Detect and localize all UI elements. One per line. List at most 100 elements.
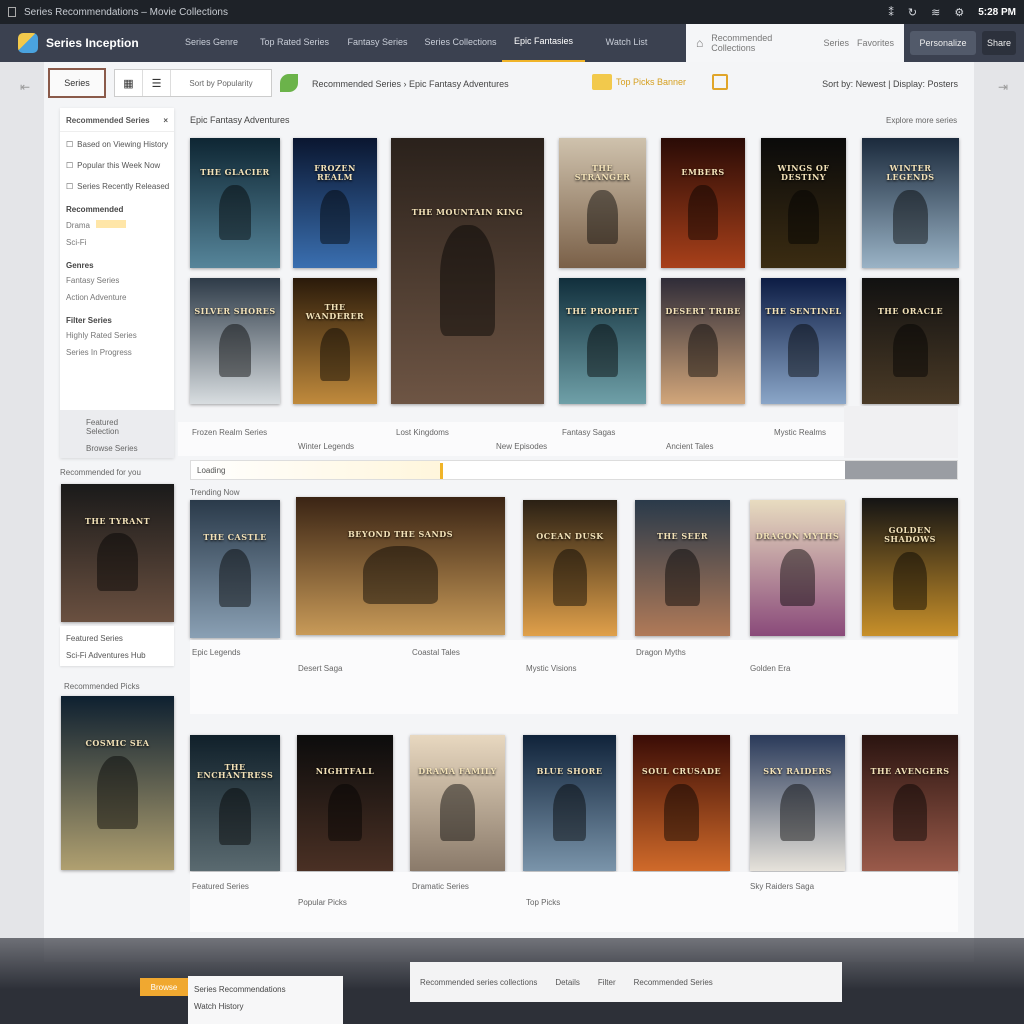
top-picks-badge[interactable]: Top Picks Banner: [592, 74, 729, 90]
poster-card[interactable]: BEYOND THE SANDS: [296, 497, 505, 635]
settings-icon[interactable]: ⚙: [954, 6, 964, 19]
featured-series-card[interactable]: Featured Series Sci-Fi Adventures Hub: [60, 626, 174, 666]
series-back-button[interactable]: Series: [48, 68, 106, 98]
home-icon[interactable]: ⌂: [696, 36, 703, 50]
poster-card[interactable]: THE ENCHANTRESS: [190, 735, 280, 871]
poster-caption[interactable]: Coastal Tales: [412, 648, 460, 657]
poster-caption[interactable]: Featured Series: [192, 882, 249, 891]
breadcrumb[interactable]: Recommended Series › Epic Fantasy Advent…: [312, 79, 509, 89]
poster-card[interactable]: THE ORACLE: [862, 278, 959, 404]
loading-progress[interactable]: Loading: [190, 460, 958, 480]
poster-caption[interactable]: Popular Picks: [298, 898, 347, 907]
personalize-button[interactable]: Personalize: [910, 31, 976, 55]
poster-card[interactable]: THE PROPHET: [559, 278, 646, 404]
poster-card[interactable]: DESERT TRIBE: [661, 278, 745, 404]
poster-caption[interactable]: New Episodes: [496, 442, 547, 451]
poster-card[interactable]: DRAMA FAMILY: [410, 735, 505, 871]
sidebar-subitem[interactable]: Highly Rated Series: [60, 327, 174, 344]
poster-card[interactable]: EMBERS: [661, 138, 745, 268]
dock-panel-item[interactable]: Series Recommendations: [194, 982, 337, 999]
featured-link[interactable]: Featured Selection: [66, 416, 168, 438]
poster-card[interactable]: THE WANDERER: [293, 278, 377, 404]
share-button[interactable]: Share: [982, 31, 1016, 55]
brand[interactable]: Series Inception: [0, 33, 170, 53]
grid-view-icon[interactable]: ▦: [115, 70, 143, 96]
sidebar-subitem[interactable]: Drama: [60, 216, 174, 234]
header-link-favorites[interactable]: Favorites: [857, 38, 894, 48]
poster-caption[interactable]: Golden Era: [750, 664, 790, 673]
close-icon[interactable]: ×: [163, 116, 168, 125]
poster-caption[interactable]: Winter Legends: [298, 442, 354, 451]
sort-label[interactable]: Sort by Popularity: [171, 70, 271, 96]
poster-card[interactable]: THE CASTLE: [190, 500, 280, 638]
poster-caption[interactable]: Mystic Visions: [526, 664, 577, 673]
sort-display-options[interactable]: Sort by: Newest | Display: Posters: [822, 79, 958, 89]
poster-caption[interactable]: Mystic Realms: [774, 428, 826, 437]
poster-card[interactable]: OCEAN DUSK: [523, 500, 617, 636]
browse-tag[interactable]: Browse: [140, 978, 188, 996]
sync-icon[interactable]: ↻: [908, 6, 917, 19]
sidebar-subitem[interactable]: Action Adventure: [60, 289, 174, 306]
nav-tab[interactable]: Fantasy Series: [336, 24, 419, 62]
poster-card[interactable]: THE SEER: [635, 500, 730, 636]
sidebar-item[interactable]: ☐ Popular this Week Now: [60, 153, 174, 174]
poster-card[interactable]: THE TYRANT: [61, 484, 174, 622]
nav-tab[interactable]: Series Genre: [170, 24, 253, 62]
poster-caption[interactable]: Fantasy Sagas: [562, 428, 615, 437]
sidebar-title: Recommended Series: [66, 116, 150, 125]
poster-card[interactable]: SILVER SHORES: [190, 278, 280, 404]
poster-card[interactable]: NIGHTFALL: [297, 735, 393, 871]
checkbox-icon[interactable]: ☐: [66, 182, 73, 191]
poster-card[interactable]: COSMIC SEA: [61, 696, 174, 870]
collapse-left-icon[interactable]: ⇤: [20, 80, 30, 94]
nav-tab[interactable]: Epic Fantasies: [502, 24, 585, 62]
dock-bar-item[interactable]: Recommended series collections: [420, 978, 537, 987]
poster-card[interactable]: DRAGON MYTHS: [750, 500, 845, 636]
list-view-icon[interactable]: ☰: [143, 70, 171, 96]
expand-right-icon[interactable]: ⇥: [998, 80, 1008, 94]
nav-tab[interactable]: Series Collections: [419, 24, 502, 62]
nav-tab[interactable]: Top Rated Series: [253, 24, 336, 62]
sidebar-item[interactable]: ☐ Based on Viewing History: [60, 132, 174, 153]
sidebar-subitem[interactable]: Fantasy Series: [60, 272, 174, 289]
poster-card[interactable]: THE STRANGER: [559, 138, 646, 268]
browse-link[interactable]: Browse Series: [66, 438, 168, 459]
poster-caption[interactable]: Epic Legends: [192, 648, 240, 657]
poster-card[interactable]: THE MOUNTAIN KING: [391, 138, 544, 404]
sidebar-subitem[interactable]: Series In Progress: [60, 344, 174, 361]
poster-card[interactable]: GOLDEN SHADOWS: [862, 498, 958, 636]
sidebar-subitem[interactable]: Sci-Fi: [60, 234, 174, 251]
dock-bar-item[interactable]: Recommended Series: [634, 978, 713, 987]
explore-more-link[interactable]: Explore more series: [886, 116, 957, 125]
nav-tab[interactable]: Watch List: [585, 24, 668, 62]
poster-card[interactable]: SOUL CRUSADE: [633, 735, 730, 871]
poster-card[interactable]: BLUE SHORE: [523, 735, 616, 871]
sidebar-item[interactable]: ☐ Series Recently Released: [60, 174, 174, 195]
poster-card[interactable]: THE GLACIER: [190, 138, 280, 268]
poster-caption[interactable]: Lost Kingdoms: [396, 428, 449, 437]
dock-bar-item[interactable]: Filter: [598, 978, 616, 987]
poster-card[interactable]: WINTER LEGENDS: [862, 138, 959, 268]
notification-icon[interactable]: ⁑: [888, 6, 894, 19]
poster-caption[interactable]: Desert Saga: [298, 664, 342, 673]
poster-card[interactable]: WINGS OF DESTINY: [761, 138, 846, 268]
poster-caption[interactable]: Dragon Myths: [636, 648, 686, 657]
poster-caption[interactable]: Frozen Realm Series: [192, 428, 267, 437]
poster-card[interactable]: THE AVENGERS: [862, 735, 958, 871]
poster-caption[interactable]: Dramatic Series: [412, 882, 469, 891]
wifi-icon[interactable]: ≋: [931, 6, 940, 19]
poster-card[interactable]: SKY RAIDERS: [750, 735, 845, 871]
poster-caption[interactable]: Top Picks: [526, 898, 560, 907]
poster-caption[interactable]: Ancient Tales: [666, 442, 713, 451]
poster-figure: [893, 189, 928, 245]
poster-caption[interactable]: Sky Raiders Saga: [750, 882, 814, 891]
header-link-series[interactable]: Series: [823, 38, 849, 48]
dock-panel-item[interactable]: Watch History: [194, 999, 337, 1016]
progress-knob[interactable]: [440, 463, 444, 479]
poster-figure: [553, 548, 587, 606]
dock-bar-item[interactable]: Details: [555, 978, 579, 987]
checkbox-icon[interactable]: ☐: [66, 161, 73, 170]
checkbox-icon[interactable]: ☐: [66, 140, 73, 149]
poster-card[interactable]: FROZEN REALM: [293, 138, 377, 268]
poster-card[interactable]: THE SENTINEL: [761, 278, 846, 404]
